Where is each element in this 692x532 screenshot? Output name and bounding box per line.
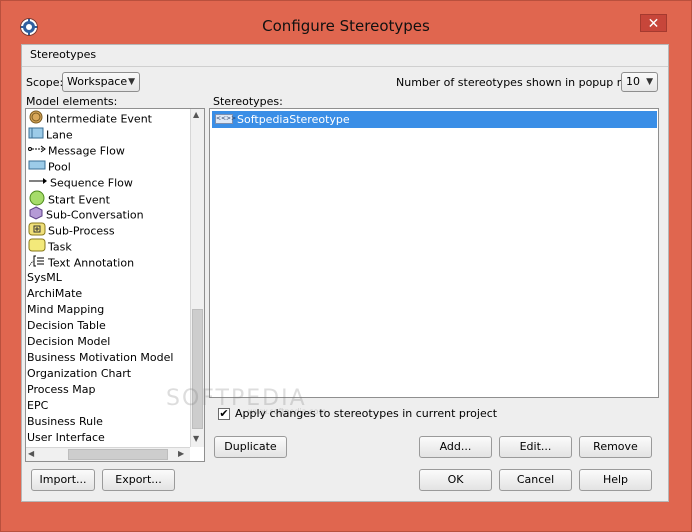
tree-item[interactable]: Mind Mapping [27,302,104,318]
tree-item-label: Text Annotation [48,256,135,270]
chevron-down-icon: ▼ [128,77,135,87]
tree-item-label: Pool [48,160,71,174]
tree-item-label: Process Map [27,383,96,396]
tree-vertical-scroll-thumb[interactable] [192,309,203,429]
tree-item-label: EPC [27,399,49,412]
tree-item[interactable]: Lane [28,126,73,142]
scope-label: Scope: [26,76,64,89]
tree-item-label: SysML [27,271,62,284]
tree-item[interactable]: EPC [27,398,48,414]
tree-item-label: ArchiMate [27,287,83,300]
tree-item-label: Organization Chart [27,367,132,380]
apply-changes-label: Apply changes to stereotypes in current … [235,407,498,420]
stereotypes-list[interactable] [209,108,659,398]
tree-item-label: Start Event [48,193,110,207]
cancel-button[interactable]: Cancel [499,469,572,491]
import-button[interactable]: Import... [31,469,95,491]
tree-item-label: User Interface [27,431,105,444]
tree-item-label: Lane [46,128,73,142]
tree-item-label: Task [48,240,72,254]
scroll-up-icon[interactable]: ▲ [193,110,199,119]
tree-item[interactable]: Organization Chart [27,366,131,382]
ok-button[interactable]: OK [419,469,492,491]
tree-item[interactable]: Decision Table [27,318,106,334]
tree-item-label: Intermediate Event [46,112,152,126]
tree-item[interactable]: Pool [28,158,71,174]
tab-stereotypes[interactable]: Stereotypes [22,45,110,65]
window-title: Configure Stereotypes [262,17,430,35]
scope-select[interactable]: Workspace ▼ [62,72,140,92]
tree-item-label: Decision Model [27,335,111,348]
tree-item[interactable]: User Interface [27,430,105,446]
tree-item[interactable]: Business Motivation Model [27,350,173,366]
tree-item-label: Sub-Conversation [46,208,144,222]
tree-item-label: Business Rule [27,415,103,428]
popup-count-label: Number of stereotypes shown in popup men… [396,76,652,89]
popup-count-select[interactable]: 10 ▼ [621,72,658,92]
tree-item-label: Mind Mapping [27,303,105,316]
tab-divider [22,66,668,67]
edit-button[interactable]: Edit... [499,436,572,458]
tree-item[interactable]: Business Rule [27,414,103,430]
scroll-down-icon[interactable]: ▼ [193,434,199,443]
close-button[interactable]: ✕ [640,14,667,32]
tree-item[interactable]: Decision Model [27,334,110,350]
tree-item[interactable]: Message Flow [28,142,125,158]
tree-item[interactable]: Task [28,238,72,254]
model-elements-label: Model elements: [26,95,118,108]
tree-item[interactable]: ArchiMate [27,286,82,302]
apply-changes-checkbox[interactable]: ✔ [218,408,230,420]
help-button[interactable]: Help [579,469,652,491]
chevron-down-icon: ▼ [646,77,653,87]
tree-item-label: Message Flow [48,144,125,158]
tree-item[interactable]: Process Map [27,382,95,398]
tree-item-label: Sequence Flow [50,176,133,190]
tree-item[interactable]: Start Event [28,190,110,207]
scroll-left-icon[interactable]: ◀ [28,449,34,458]
tree-horizontal-scrollbar[interactable]: ◀ ▶ [26,447,190,461]
close-icon: ✕ [647,16,660,32]
tree-item[interactable]: Sequence Flow [28,174,133,190]
remove-button[interactable]: Remove [579,436,652,458]
tree-item-label: Decision Table [27,319,106,332]
scope-value: Workspace [67,75,128,88]
stereotypes-label: Stereotypes: [213,95,283,108]
tree-item[interactable]: Intermediate Event [28,110,152,126]
duplicate-button[interactable]: Duplicate [214,436,287,458]
tree-item[interactable]: Sub-Process [28,222,115,238]
stereotype-label: SoftpediaStereotype [237,113,350,126]
stereotype-icon: <<>> [215,114,237,124]
popup-count-value: 10 [626,75,640,88]
tree-horizontal-scroll-thumb[interactable] [68,449,168,460]
list-item[interactable]: <<>> SoftpediaStereotype [212,111,657,128]
scroll-right-icon[interactable]: ▶ [178,449,184,458]
export-button[interactable]: Export... [102,469,175,491]
tree-item[interactable]: Text Annotation [28,254,134,270]
tree-item-label: Sub-Process [48,224,115,238]
tree-item[interactable]: SysML [27,270,62,286]
check-mark-icon: ✔ [219,407,229,420]
add-button[interactable]: Add... [419,436,492,458]
tree-item-label: Business Motivation Model [27,351,174,364]
tree-item[interactable]: Sub-Conversation [28,206,144,222]
